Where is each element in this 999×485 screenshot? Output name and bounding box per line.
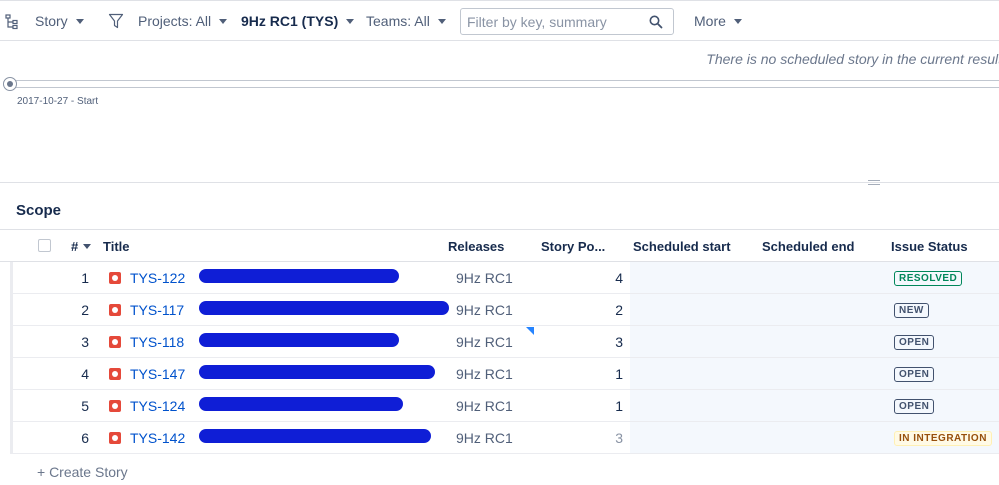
issue-key-link[interactable]: TYS-147 (130, 366, 185, 382)
bug-icon (109, 368, 121, 380)
search-box (460, 8, 674, 35)
hierarchy-icon[interactable] (5, 14, 19, 30)
redacted-summary (199, 365, 435, 379)
chevron-down-icon (733, 18, 742, 24)
issue-key-link[interactable]: TYS-118 (130, 334, 184, 350)
filter-icon[interactable] (108, 13, 124, 29)
release-value: 9Hz RC1 (456, 430, 513, 446)
more-dropdown-label: More (694, 13, 726, 29)
scope-title: Scope (16, 202, 62, 219)
bug-icon (109, 400, 121, 412)
column-header-title[interactable]: Title (103, 239, 130, 254)
redacted-summary (199, 301, 449, 315)
chevron-down-icon (75, 18, 84, 24)
status-badge: RESOLVED (894, 271, 963, 286)
section-divider (0, 182, 999, 183)
issue-key-link[interactable]: TYS-142 (130, 430, 185, 446)
table-row[interactable]: 5 TYS-124 9Hz RC1 1 OPEN (10, 390, 999, 422)
cell-edit-marker-icon (526, 327, 534, 335)
toolbar: Story Projects: All 9Hz RC1 (TYS) Teams:… (0, 0, 999, 41)
redacted-summary (199, 429, 431, 443)
redacted-summary (199, 269, 399, 283)
story-points-value[interactable]: 1 (573, 366, 623, 382)
row-number: 6 (81, 430, 89, 446)
column-header-scheduled-end[interactable]: Scheduled end (762, 239, 854, 254)
release-dropdown[interactable]: 9Hz RC1 (TYS) (241, 13, 355, 29)
more-dropdown[interactable]: More (694, 13, 742, 29)
column-header-num[interactable]: # (71, 239, 92, 254)
projects-dropdown[interactable]: Projects: All (138, 13, 228, 29)
bug-icon (109, 432, 121, 444)
table-row[interactable]: 4 TYS-147 9Hz RC1 1 OPEN (10, 358, 999, 390)
resize-grip-icon[interactable] (868, 180, 880, 185)
timeline-start-label: 2017-10-27 - Start (17, 96, 99, 107)
release-value: 9Hz RC1 (456, 334, 513, 350)
table-row[interactable]: 6 TYS-142 9Hz RC1 3 IN INTEGRATION (10, 422, 999, 454)
row-number: 4 (81, 366, 89, 382)
teams-dropdown[interactable]: Teams: All (366, 13, 446, 29)
column-header-releases[interactable]: Releases (448, 239, 504, 254)
scheduled-cell[interactable] (630, 422, 887, 453)
row-number: 5 (81, 398, 89, 414)
redacted-summary (199, 397, 403, 411)
status-badge: OPEN (894, 367, 935, 382)
release-value: 9Hz RC1 (456, 302, 513, 318)
projects-dropdown-label: Projects: All (138, 13, 212, 29)
issue-key-link[interactable]: TYS-122 (130, 270, 185, 286)
row-number: 3 (81, 334, 89, 350)
story-points-value[interactable]: 4 (573, 270, 623, 286)
column-header-scheduled-start[interactable]: Scheduled start (633, 239, 731, 254)
status-badge: NEW (894, 303, 929, 318)
column-header-story-points[interactable]: Story Po... (541, 239, 605, 254)
bug-icon (109, 272, 121, 284)
story-points-value[interactable]: 3 (573, 430, 623, 446)
story-points-value[interactable]: 1 (573, 398, 623, 414)
scheduled-cell[interactable] (630, 262, 887, 293)
column-header-issue-status[interactable]: Issue Status (891, 239, 968, 254)
status-badge: IN INTEGRATION (894, 431, 992, 446)
release-value: 9Hz RC1 (456, 270, 513, 286)
release-dropdown-label: 9Hz RC1 (TYS) (241, 13, 339, 29)
no-scheduled-notice: There is no scheduled story in the curre… (706, 51, 999, 67)
search-input[interactable] (461, 9, 641, 34)
scheduled-cell[interactable] (630, 294, 887, 325)
table-row[interactable]: 2 TYS-117 9Hz RC1 2 NEW (10, 294, 999, 326)
story-points-value[interactable]: 2 (573, 302, 623, 318)
table-header: # Title Releases Story Po... Scheduled s… (0, 229, 999, 262)
scheduled-cell[interactable] (630, 358, 887, 389)
search-icon[interactable] (649, 15, 663, 29)
table-row[interactable]: 1 TYS-122 9Hz RC1 4 RESOLVED (10, 262, 999, 294)
sort-down-icon (83, 244, 92, 250)
bug-icon (109, 304, 121, 316)
row-number: 1 (81, 270, 89, 286)
table-row[interactable]: 3 TYS-118 9Hz RC1 3 OPEN (10, 326, 999, 358)
release-value: 9Hz RC1 (456, 366, 513, 382)
bug-icon (109, 336, 121, 348)
release-value: 9Hz RC1 (456, 398, 513, 414)
timeline-track[interactable] (9, 80, 999, 88)
status-badge: OPEN (894, 335, 935, 350)
column-header-num-label: # (71, 239, 79, 254)
status-badge: OPEN (894, 399, 935, 414)
story-points-value[interactable]: 3 (573, 334, 623, 350)
chevron-down-icon (346, 18, 355, 24)
timeline-start-handle[interactable] (3, 77, 17, 91)
story-dropdown[interactable]: Story (35, 13, 84, 29)
issue-key-link[interactable]: TYS-124 (130, 398, 185, 414)
chevron-down-icon (219, 18, 228, 24)
story-dropdown-label: Story (35, 13, 68, 29)
redacted-summary (199, 333, 399, 347)
create-story-button[interactable]: + Create Story (37, 464, 128, 480)
issue-key-link[interactable]: TYS-117 (130, 302, 184, 318)
chevron-down-icon (437, 18, 446, 24)
select-all-checkbox[interactable] (38, 239, 51, 252)
teams-dropdown-label: Teams: All (366, 13, 430, 29)
row-number: 2 (81, 302, 89, 318)
scheduled-cell[interactable] (630, 390, 887, 421)
scheduled-cell[interactable] (630, 326, 887, 357)
